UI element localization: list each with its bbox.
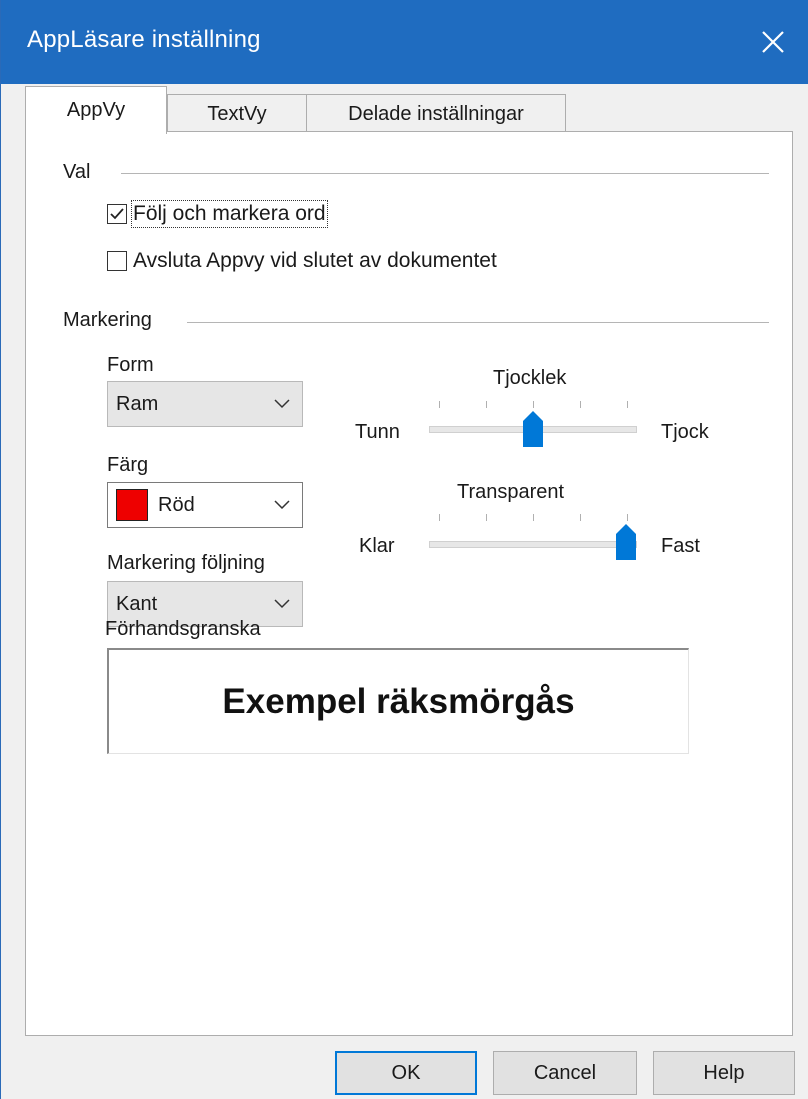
close-button[interactable] <box>737 0 808 84</box>
settings-dialog: AppLäsare inställning AppVy TextVy Delad… <box>0 0 808 1099</box>
val-group-divider <box>121 173 769 174</box>
slider-tick <box>580 401 581 408</box>
thickness-slider-thumb[interactable] <box>523 411 543 447</box>
thickness-slider-title: Tjocklek <box>493 367 567 389</box>
ok-button-label: OK <box>391 1061 421 1084</box>
slider-tick <box>533 514 534 521</box>
preview-box: Exempel räksmörgås <box>107 648 689 754</box>
follow-mode-label: Markering följning <box>107 552 265 574</box>
color-label: Färg <box>107 454 149 476</box>
transparency-min-label: Klar <box>359 535 395 557</box>
transparency-slider-thumb[interactable] <box>616 524 636 560</box>
slider-tick <box>627 514 628 521</box>
follow-and-mark-word-checkbox[interactable]: Följ och markera ord <box>107 200 328 228</box>
checkbox-unchecked[interactable] <box>107 251 127 271</box>
color-dropdown[interactable]: Röd <box>107 482 303 528</box>
help-button-label: Help <box>703 1061 745 1084</box>
thickness-min-label: Tunn <box>355 421 400 443</box>
slider-tick <box>439 514 440 521</box>
ok-button[interactable]: OK <box>335 1051 477 1095</box>
window-title: AppLäsare inställning <box>27 26 261 53</box>
chevron-down-icon <box>262 598 302 610</box>
tab-appvy[interactable]: AppVy <box>25 86 167 134</box>
slider-tick <box>627 401 628 408</box>
checkmark-icon <box>110 208 124 220</box>
markering-group-label: Markering <box>63 309 162 332</box>
slider-tick <box>580 514 581 521</box>
transparency-max-label: Fast <box>661 535 700 557</box>
preview-label: Förhandsgranska <box>105 618 261 640</box>
help-button[interactable]: Help <box>653 1051 795 1095</box>
close-icon <box>762 31 784 53</box>
title-bar: AppLäsare inställning <box>1 0 808 84</box>
form-dropdown[interactable]: Ram <box>107 381 303 427</box>
form-dropdown-value: Ram <box>116 392 159 415</box>
tab-textvy-label: TextVy <box>207 103 267 125</box>
color-swatch <box>116 489 148 521</box>
slider-tick <box>486 401 487 408</box>
cancel-button-label: Cancel <box>533 1061 597 1084</box>
slider-tick <box>486 514 487 521</box>
transparency-slider-title: Transparent <box>457 481 565 503</box>
transparency-slider-track[interactable] <box>429 541 637 548</box>
form-label: Form <box>107 354 154 376</box>
chevron-down-icon <box>262 499 302 511</box>
checkbox-checked[interactable] <box>107 204 127 224</box>
tab-appvy-label: AppVy <box>66 99 126 121</box>
slider-tick <box>533 401 534 408</box>
tab-delade-label: Delade inställningar <box>348 103 524 125</box>
thickness-max-label: Tjock <box>661 421 709 443</box>
cancel-button[interactable]: Cancel <box>493 1051 637 1095</box>
exit-appvy-checkbox[interactable]: Avsluta Appvy vid slutet av dokumentet <box>107 249 497 273</box>
tab-delade-installningar[interactable]: Delade inställningar <box>306 94 566 132</box>
preview-sample-text: Exempel räksmörgås <box>222 681 575 721</box>
follow-mode-dropdown-value: Kant <box>116 592 158 615</box>
val-group-label: Val <box>63 161 101 184</box>
follow-and-mark-word-label: Följ och markera ord <box>131 200 328 228</box>
slider-tick <box>439 401 440 408</box>
chevron-down-icon <box>262 398 302 410</box>
markering-group-divider <box>187 322 769 323</box>
color-dropdown-value: Röd <box>158 493 195 516</box>
exit-appvy-label: Avsluta Appvy vid slutet av dokumentet <box>133 249 497 272</box>
tab-textvy[interactable]: TextVy <box>167 94 307 132</box>
